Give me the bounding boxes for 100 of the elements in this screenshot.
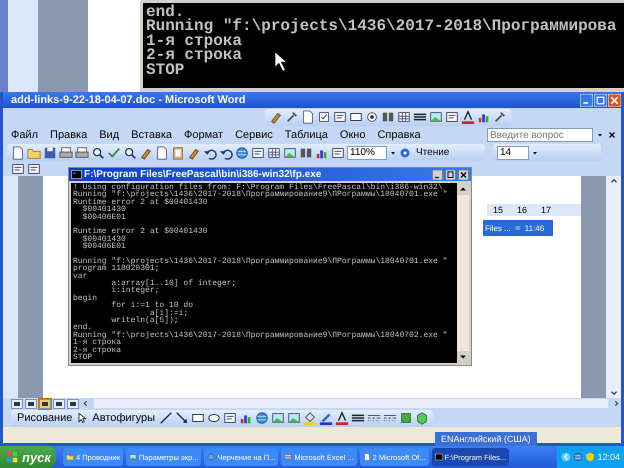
picture-icon[interactable] bbox=[283, 146, 297, 160]
console-line: for i:=1 to 10 do bbox=[110, 302, 194, 310]
console-line: writeln(a[5]); bbox=[110, 317, 179, 324]
console-line: $00401430 bbox=[82, 236, 127, 244]
console-line: a[i]:=i; bbox=[150, 310, 190, 318]
text-box-icon[interactable] bbox=[445, 110, 459, 124]
folder-icon bbox=[66, 453, 74, 461]
console-line: 1-я строка bbox=[146, 34, 242, 48]
vertical-scrollbar[interactable] bbox=[457, 183, 469, 363]
task-label: Files ... bbox=[485, 224, 511, 232]
menu-item[interactable]: Формат bbox=[184, 129, 224, 141]
language-bar[interactable]: ENАнглийский (США) bbox=[435, 432, 537, 446]
close-icon[interactable] bbox=[458, 170, 469, 180]
tray-icon bbox=[514, 224, 522, 232]
globe-icon[interactable] bbox=[235, 146, 249, 160]
menu-item[interactable]: Файл bbox=[11, 129, 38, 141]
ellipse-icon[interactable] bbox=[207, 411, 221, 425]
scroll-right-icon[interactable] bbox=[612, 399, 621, 408]
checkbox-icon[interactable] bbox=[317, 110, 331, 124]
console-line: ! Using configuration files from: F:\Program Files\FreePascal\bin\i386-win32\ bbox=[73, 184, 444, 192]
start-button[interactable]: пуск bbox=[0, 446, 56, 468]
columns-icon[interactable] bbox=[299, 146, 313, 160]
columns-icon[interactable] bbox=[381, 110, 395, 124]
page-icon[interactable] bbox=[301, 110, 315, 124]
network-icon[interactable] bbox=[573, 452, 584, 462]
picture-icon[interactable] bbox=[429, 110, 443, 124]
console-line: Runtime error 2 at $00401430 bbox=[73, 228, 208, 236]
shadow-icon[interactable] bbox=[399, 411, 413, 425]
view-button[interactable] bbox=[39, 398, 51, 408]
text-box-icon[interactable] bbox=[333, 110, 347, 124]
picture-icon[interactable] bbox=[287, 411, 301, 425]
view-button[interactable] bbox=[11, 398, 23, 408]
console-line: $00406E01 bbox=[82, 243, 127, 251]
printer-icon[interactable] bbox=[59, 146, 73, 160]
globe-icon[interactable] bbox=[255, 411, 269, 425]
document-icon bbox=[362, 453, 371, 461]
text-box-icon[interactable] bbox=[331, 146, 345, 160]
menu-item[interactable]: Вставка bbox=[131, 129, 172, 141]
menu-item[interactable]: Справка bbox=[377, 129, 421, 141]
menu-item[interactable]: Сервис bbox=[235, 129, 273, 141]
magnifier-icon[interactable] bbox=[91, 146, 105, 160]
font-size-field[interactable]: 14 bbox=[497, 146, 529, 160]
menu-item[interactable]: Правка bbox=[50, 129, 88, 141]
minimize-icon[interactable] bbox=[432, 170, 443, 180]
console-line: end. bbox=[146, 5, 184, 20]
view-button[interactable] bbox=[25, 398, 37, 408]
console-line: 1-я строка bbox=[73, 339, 122, 347]
reading-button[interactable]: Чтение bbox=[413, 146, 452, 160]
font-color-icon[interactable] bbox=[461, 110, 475, 124]
arrow-icon[interactable] bbox=[175, 411, 189, 425]
console-line: begin bbox=[73, 294, 98, 302]
console-line: Runtime error 2 at $00401430 bbox=[73, 198, 208, 206]
console-line: Running "f:\projects\1436\2017-2018\Программирова bbox=[146, 19, 616, 34]
text-box-icon[interactable] bbox=[27, 162, 41, 176]
3d-icon[interactable] bbox=[415, 411, 429, 425]
console-line: Running "f:\projects\1436\2017-2018\Программирование9\ПРограммы\18040702.exe " bbox=[73, 332, 448, 340]
vertical-scrollbar[interactable] bbox=[606, 176, 621, 398]
text-box-icon[interactable] bbox=[11, 162, 25, 176]
question-field[interactable]: Введите вопрос bbox=[487, 128, 593, 142]
menu-item[interactable]: Таблица bbox=[284, 129, 328, 141]
close-icon[interactable] bbox=[607, 130, 617, 140]
clipboard-icon[interactable] bbox=[171, 146, 185, 160]
fill-color-icon[interactable] bbox=[303, 411, 317, 425]
windows-logo-icon bbox=[6, 451, 18, 463]
menu-item[interactable]: Окно bbox=[340, 129, 366, 141]
scroll-left-icon[interactable] bbox=[81, 399, 90, 408]
page-icon[interactable] bbox=[11, 146, 25, 160]
font-color-icon[interactable] bbox=[335, 411, 349, 425]
line-icon[interactable] bbox=[159, 411, 173, 425]
help-icon[interactable] bbox=[399, 146, 411, 158]
view-button[interactable] bbox=[67, 398, 79, 408]
page-icon[interactable] bbox=[155, 146, 169, 160]
horizontal-scrollbar[interactable] bbox=[94, 399, 608, 408]
table-icon[interactable] bbox=[397, 110, 411, 124]
text-box-icon[interactable] bbox=[251, 146, 265, 160]
console-icon bbox=[71, 169, 82, 180]
text-box-icon[interactable] bbox=[223, 411, 237, 425]
pointer-icon[interactable] bbox=[76, 412, 88, 424]
console-line: program 118020301; bbox=[73, 265, 160, 273]
checkmark-icon[interactable] bbox=[107, 146, 121, 160]
line-color-icon[interactable] bbox=[319, 411, 333, 425]
magnifier-icon[interactable] bbox=[123, 146, 137, 160]
printer-icon[interactable] bbox=[75, 146, 89, 160]
scroll-up-icon[interactable] bbox=[457, 183, 469, 195]
menu-item[interactable]: Вид bbox=[99, 129, 120, 141]
zoom-field[interactable]: 110% bbox=[347, 146, 387, 160]
view-button[interactable] bbox=[53, 398, 65, 408]
rectangle-icon[interactable] bbox=[349, 110, 363, 124]
autoshapes-menu[interactable]: Автофигуры bbox=[90, 410, 157, 426]
radio-icon[interactable] bbox=[365, 110, 379, 124]
maximize-icon[interactable] bbox=[445, 170, 456, 180]
scroll-down-icon[interactable] bbox=[457, 351, 469, 363]
table-icon[interactable] bbox=[267, 146, 281, 160]
brush-icon[interactable] bbox=[269, 110, 283, 124]
rectangle-icon[interactable] bbox=[191, 411, 205, 425]
console-line: i:integer; bbox=[110, 287, 160, 295]
console-line: $00401430 bbox=[82, 206, 126, 214]
draw-menu[interactable]: Рисование bbox=[15, 410, 74, 426]
window-title: add-links-9-22-18-04-07.doc - Microsoft Word bbox=[11, 94, 247, 106]
picture-icon[interactable] bbox=[271, 411, 285, 425]
